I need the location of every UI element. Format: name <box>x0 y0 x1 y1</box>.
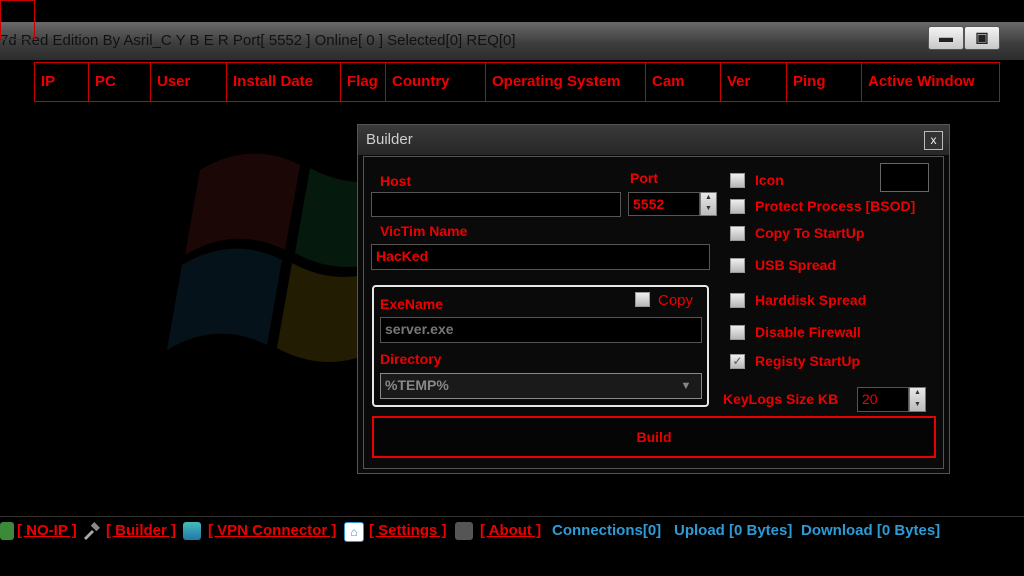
builder-link[interactable]: [ Builder ] <box>106 522 176 539</box>
icon-checkbox[interactable] <box>730 173 745 188</box>
build-button[interactable]: Build <box>372 416 936 458</box>
settings-link[interactable]: [ Settings ] <box>369 522 447 539</box>
column-header-ver[interactable]: Ver <box>720 62 787 102</box>
protect-process-label: Protect Process [BSOD] <box>755 198 916 214</box>
maximize-button[interactable]: ▣ <box>964 26 1000 50</box>
harddisk-spread-checkbox[interactable] <box>730 293 745 308</box>
copy-label: Copy <box>658 292 694 309</box>
victim-name-label: VicTim Name <box>380 223 468 239</box>
copy-startup-label: Copy To StartUp <box>755 225 865 241</box>
registry-startup-label: Registy StartUp <box>755 353 861 369</box>
spin-up-icon[interactable]: ▲ <box>701 193 716 204</box>
window-titlebar: 7d Red Edition By Asril_C Y B E R Port[ … <box>0 22 1024 61</box>
harddisk-spread-label: Harddisk Spread <box>755 292 867 308</box>
keylogs-size-label: KeyLogs Size KB <box>723 391 839 407</box>
spin-down-icon[interactable]: ▼ <box>910 400 925 412</box>
column-header-country[interactable]: Country <box>385 62 486 102</box>
column-header-blank[interactable] <box>0 0 35 40</box>
vpn-icon <box>183 522 201 540</box>
globe-icon <box>0 522 14 540</box>
port-input[interactable]: 5552 <box>628 192 700 216</box>
window-bottom-border <box>0 548 1024 576</box>
directory-value: %TEMP% <box>385 377 449 393</box>
keylogs-size-input[interactable]: 20 <box>857 387 909 412</box>
chevron-down-icon[interactable]: ▼ <box>676 376 696 396</box>
protect-process-checkbox[interactable] <box>730 199 745 214</box>
host-input[interactable] <box>371 192 621 217</box>
icon-preview[interactable] <box>880 163 929 192</box>
noip-link[interactable]: [ NO-IP ] <box>17 522 77 539</box>
directory-select[interactable]: %TEMP% <box>380 373 702 399</box>
hammer-icon <box>84 522 100 540</box>
disable-firewall-checkbox[interactable] <box>730 325 745 340</box>
spin-down-icon[interactable]: ▼ <box>701 204 716 215</box>
connections-count: Connections[0] <box>552 522 662 539</box>
exename-label: ExeName <box>380 296 444 312</box>
icon-option-label: Icon <box>755 172 784 188</box>
victim-name-input[interactable]: HacKed <box>371 244 710 270</box>
disable-firewall-label: Disable Firewall <box>755 324 861 340</box>
copy-startup-checkbox[interactable] <box>730 226 745 241</box>
directory-label: Directory <box>380 351 442 367</box>
usb-spread-checkbox[interactable] <box>730 258 745 273</box>
about-icon <box>455 522 473 540</box>
port-label: Port <box>630 170 658 186</box>
upload-bytes: Upload [0 Bytes] <box>674 522 793 539</box>
usb-spread-label: USB Spread <box>755 257 836 273</box>
column-header-ip[interactable]: IP <box>34 62 89 102</box>
column-header-operating-system[interactable]: Operating System <box>485 62 646 102</box>
column-header-active-window[interactable]: Active Window <box>861 62 1000 102</box>
column-header-user[interactable]: User <box>150 62 227 102</box>
builder-title: Builder <box>366 131 413 148</box>
column-header-ping[interactable]: Ping <box>786 62 862 102</box>
window-title: 7d Red Edition By Asril_C Y B E R Port[ … <box>0 32 516 49</box>
column-header-pc[interactable]: PC <box>88 62 151 102</box>
about-link[interactable]: [ About ] <box>480 522 541 539</box>
builder-close-button[interactable]: x <box>924 131 943 150</box>
port-spinner[interactable]: ▲ ▼ <box>700 192 717 216</box>
download-bytes: Download [0 Bytes] <box>801 522 941 539</box>
column-header-install-date[interactable]: Install Date <box>226 62 341 102</box>
column-header-flag[interactable]: Flag <box>340 62 386 102</box>
settings-icon: ⌂ <box>344 522 364 542</box>
column-header-cam[interactable]: Cam <box>645 62 721 102</box>
keylogs-spinner[interactable]: ▲ ▼ <box>909 387 926 412</box>
exename-input[interactable]: server.exe <box>380 317 702 343</box>
vpn-connector-link[interactable]: [ VPN Connector ] <box>208 522 336 539</box>
spin-up-icon[interactable]: ▲ <box>910 388 925 400</box>
minimize-button[interactable]: ▬ <box>928 26 964 50</box>
builder-titlebar[interactable]: Builder x <box>358 125 949 155</box>
host-label: Host <box>380 173 412 189</box>
registry-startup-checkbox[interactable]: ✓ <box>730 354 745 369</box>
copy-checkbox[interactable] <box>635 292 650 307</box>
